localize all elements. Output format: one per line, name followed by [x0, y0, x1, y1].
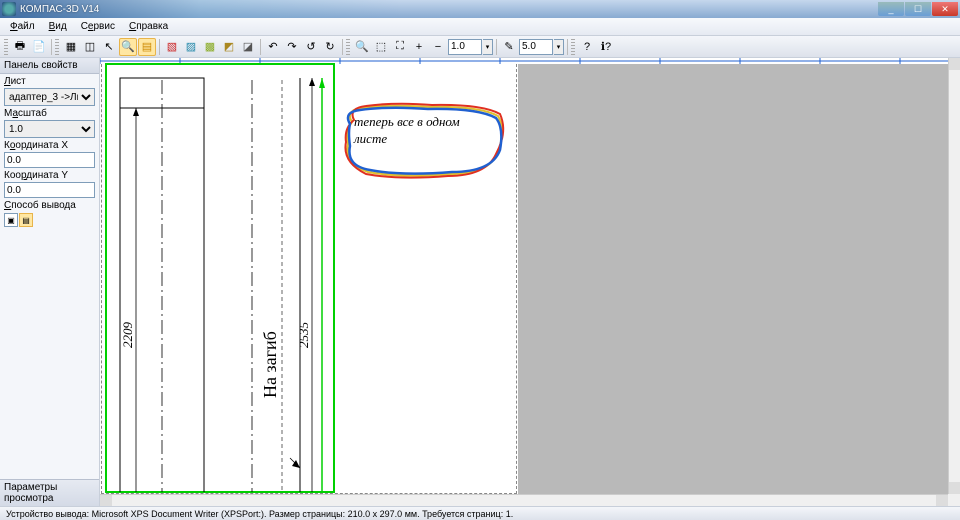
menu-file[interactable]: Файл — [4, 19, 41, 34]
color-tool-5-icon[interactable]: ◪ — [239, 38, 257, 56]
main: Панель свойств Лист адаптер_3 ->Лист 1 М… — [0, 58, 960, 506]
coord-y-label: Координата Y — [4, 170, 95, 181]
menu-help[interactable]: Справка — [123, 19, 174, 34]
scrollbar-horizontal[interactable] — [100, 494, 948, 506]
coord-x-input[interactable] — [4, 152, 95, 168]
color-tool-2-icon[interactable]: ▨ — [182, 38, 200, 56]
rotate-right-icon[interactable]: ↷ — [283, 38, 301, 56]
output-mode-2[interactable]: ▤ — [19, 213, 33, 227]
grid-icon[interactable]: ▤ — [138, 38, 156, 56]
status-text: Устройство вывода: Microsoft XPS Documen… — [6, 509, 513, 519]
color-tool-1-icon[interactable]: ▧ — [163, 38, 181, 56]
list-label: Лист — [4, 76, 95, 87]
minimize-button[interactable]: _ — [878, 2, 904, 16]
page-fit-icon[interactable]: ⛶ — [391, 38, 409, 56]
zoom-dropdown[interactable]: ▾ — [483, 39, 493, 55]
statusbar: Устройство вывода: Microsoft XPS Documen… — [0, 506, 960, 520]
rotate-left-icon[interactable]: ↶ — [264, 38, 282, 56]
scale-label: Масштаб — [4, 108, 95, 119]
color-tool-4-icon[interactable]: ◩ — [220, 38, 238, 56]
output-label: Способ вывода — [4, 200, 95, 211]
color-tool-3-icon[interactable]: ▩ — [201, 38, 219, 56]
redo-icon[interactable]: ↻ — [321, 38, 339, 56]
coord-y-input[interactable] — [4, 182, 95, 198]
panel-body: Лист адаптер_3 ->Лист 1 Масштаб 1.0 Коор… — [0, 74, 99, 479]
line-width-dropdown[interactable]: ▾ — [554, 39, 564, 55]
panel-header: Панель свойств — [0, 58, 99, 74]
dim-left-text: 2209 — [120, 322, 135, 349]
help-icon[interactable]: ? — [578, 38, 596, 56]
maximize-button[interactable]: ☐ — [905, 2, 931, 16]
scale-select[interactable]: 1.0 — [4, 120, 95, 138]
close-button[interactable]: ✕ — [932, 2, 958, 16]
window-title: КОМПАС-3D V14 — [20, 4, 99, 15]
zoom-icon[interactable]: 🔍 — [119, 38, 137, 56]
props-icon[interactable]: ◫ — [81, 38, 99, 56]
canvas-background — [518, 58, 948, 494]
zoom-region-icon[interactable]: ⬚ — [372, 38, 390, 56]
line-width-input[interactable] — [519, 39, 553, 55]
menu-service[interactable]: Сервис — [75, 19, 121, 34]
zoom-out-icon[interactable]: − — [429, 38, 447, 56]
print-icon[interactable]: 🖶 — [11, 38, 29, 56]
window-controls: _ ☐ ✕ — [878, 2, 958, 16]
zoom-in-icon[interactable]: + — [410, 38, 428, 56]
zoom-input[interactable] — [448, 39, 482, 55]
preview-icon[interactable]: 📄 — [30, 38, 48, 56]
zoom-area-icon[interactable]: 🔍 — [353, 38, 371, 56]
toolbar-grip — [4, 39, 8, 55]
scroll-corner — [948, 494, 960, 506]
undo-icon[interactable]: ↺ — [302, 38, 320, 56]
list-select[interactable]: адаптер_3 ->Лист 1 — [4, 88, 95, 106]
dim-right-text: 2535 — [296, 322, 311, 349]
properties-panel: Панель свойств Лист адаптер_3 ->Лист 1 М… — [0, 58, 100, 506]
cursor-icon[interactable]: ↖ — [100, 38, 118, 56]
menubar: Файл Вид Сервис Справка — [0, 18, 960, 36]
whats-this-icon[interactable]: ℹ? — [597, 38, 615, 56]
toolbar-grip — [55, 39, 59, 55]
titlebar: КОМПАС-3D V14 _ ☐ ✕ — [0, 0, 960, 18]
annotation-callout: теперь все в одном листе — [340, 102, 505, 180]
center-label: На загиб — [260, 331, 280, 398]
toolbar-grip — [346, 39, 350, 55]
fit-icon[interactable]: ▦ — [62, 38, 80, 56]
pen-icon[interactable]: ✎ — [500, 38, 518, 56]
scrollbar-vertical[interactable] — [948, 58, 960, 494]
output-mode-1[interactable]: ▣ — [4, 213, 18, 227]
menu-view[interactable]: Вид — [43, 19, 73, 34]
panel-footer: Параметры просмотра — [0, 479, 99, 506]
annotation-text: теперь все в одном листе — [354, 114, 494, 148]
app-icon — [2, 2, 16, 16]
coord-x-label: Координата X — [4, 140, 95, 151]
toolbar: 🖶 📄 ▦ ◫ ↖ 🔍 ▤ ▧ ▨ ▩ ◩ ◪ ↶ ↷ ↺ ↻ 🔍 ⬚ ⛶ + … — [0, 36, 960, 58]
canvas[interactable]: 2209 2535 На загиб теперь все в одном ли… — [100, 58, 960, 506]
toolbar-grip — [571, 39, 575, 55]
